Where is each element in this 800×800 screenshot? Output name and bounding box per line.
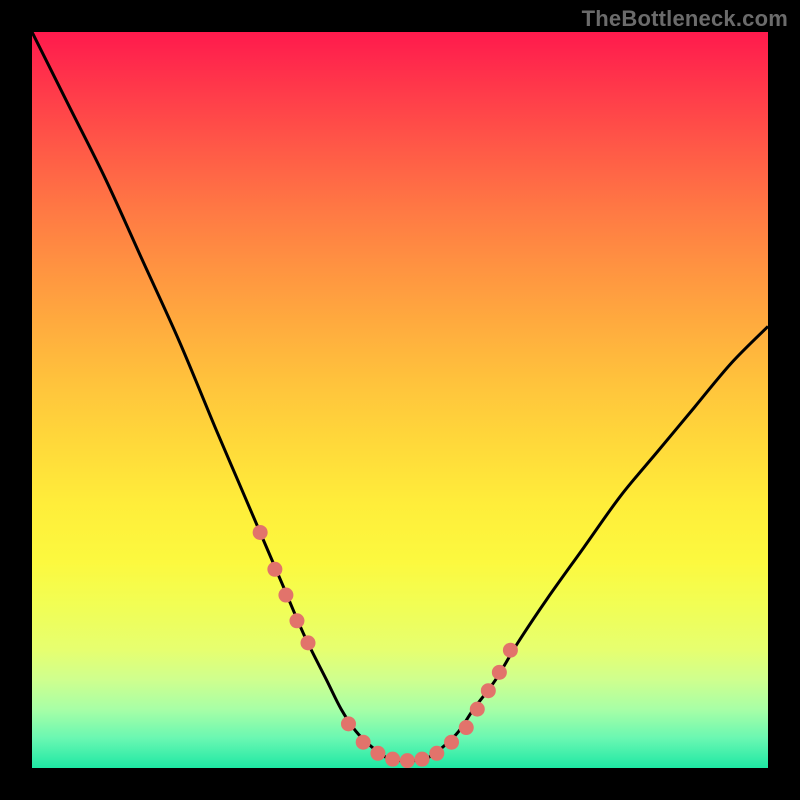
marker-dot (503, 643, 518, 658)
watermark-text: TheBottleneck.com (582, 6, 788, 32)
marker-dot (481, 683, 496, 698)
marker-dot (253, 525, 268, 540)
marker-dot (400, 753, 415, 768)
chart-frame: TheBottleneck.com (0, 0, 800, 800)
marker-dot (278, 588, 293, 603)
marker-dot (289, 613, 304, 628)
highlight-markers (253, 525, 518, 768)
marker-dot (492, 665, 507, 680)
marker-dot (415, 752, 430, 767)
marker-dot (370, 746, 385, 761)
chart-svg (32, 32, 768, 768)
marker-dot (429, 746, 444, 761)
marker-dot (470, 702, 485, 717)
plot-area (32, 32, 768, 768)
marker-dot (341, 716, 356, 731)
marker-dot (267, 562, 282, 577)
bottleneck-curve (32, 32, 768, 761)
marker-dot (459, 720, 474, 735)
marker-dot (444, 735, 459, 750)
marker-dot (301, 635, 316, 650)
marker-dot (385, 752, 400, 767)
marker-dot (356, 735, 371, 750)
